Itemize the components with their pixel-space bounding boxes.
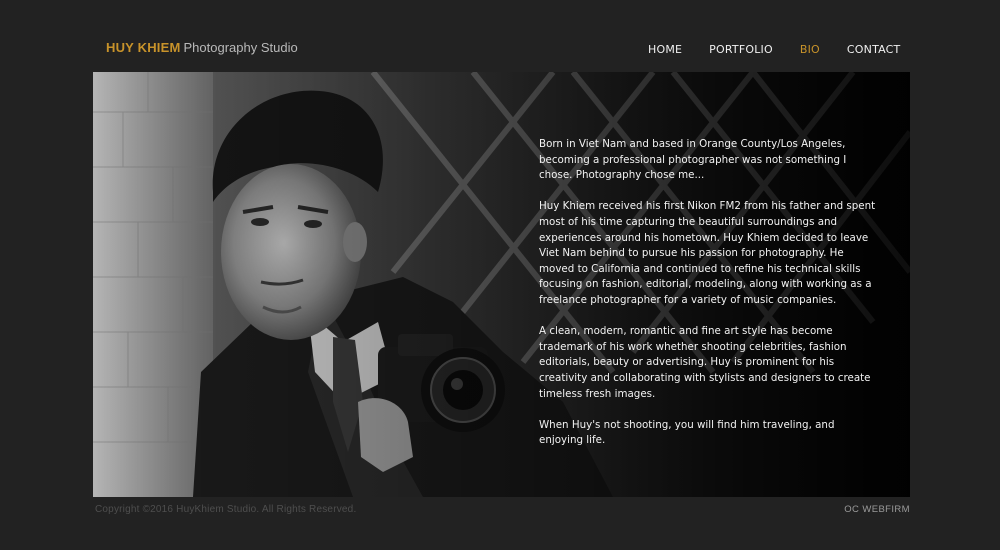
nav-home[interactable]: HOME xyxy=(648,43,682,56)
bio-paragraph: Born in Viet Nam and based in Orange Cou… xyxy=(539,138,847,182)
hero-section: Born in Viet Nam and based in Orange Cou… xyxy=(93,72,910,497)
main-nav: HOME PORTFOLIO BIO CONTACT xyxy=(648,43,927,56)
nav-contact[interactable]: CONTACT xyxy=(847,43,901,56)
site-logo[interactable]: HUY KHIEM Photography Studio xyxy=(106,40,298,55)
bio-paragraph: When Huy's not shooting, you will find h… xyxy=(539,418,835,447)
page: HUY KHIEM Photography Studio HOME PORTFOL… xyxy=(0,0,1000,550)
footer-copyright: Copyright ©2016 HuyKhiem Studio. All Rig… xyxy=(95,504,357,515)
footer-credit-link[interactable]: OC WEBFIRM xyxy=(844,504,910,515)
bio-paragraph: Huy Khiem received his first Nikon FM2 f… xyxy=(539,200,876,306)
bio-paragraph: A clean, modern, romantic and fine art s… xyxy=(539,325,871,400)
bio-text: Born in Viet Nam and based in Orange Cou… xyxy=(539,137,879,464)
logo-studio: Photography Studio xyxy=(183,40,298,55)
nav-portfolio[interactable]: PORTFOLIO xyxy=(709,43,773,56)
nav-bio[interactable]: BIO xyxy=(800,43,820,56)
logo-brand: HUY KHIEM xyxy=(106,40,181,55)
